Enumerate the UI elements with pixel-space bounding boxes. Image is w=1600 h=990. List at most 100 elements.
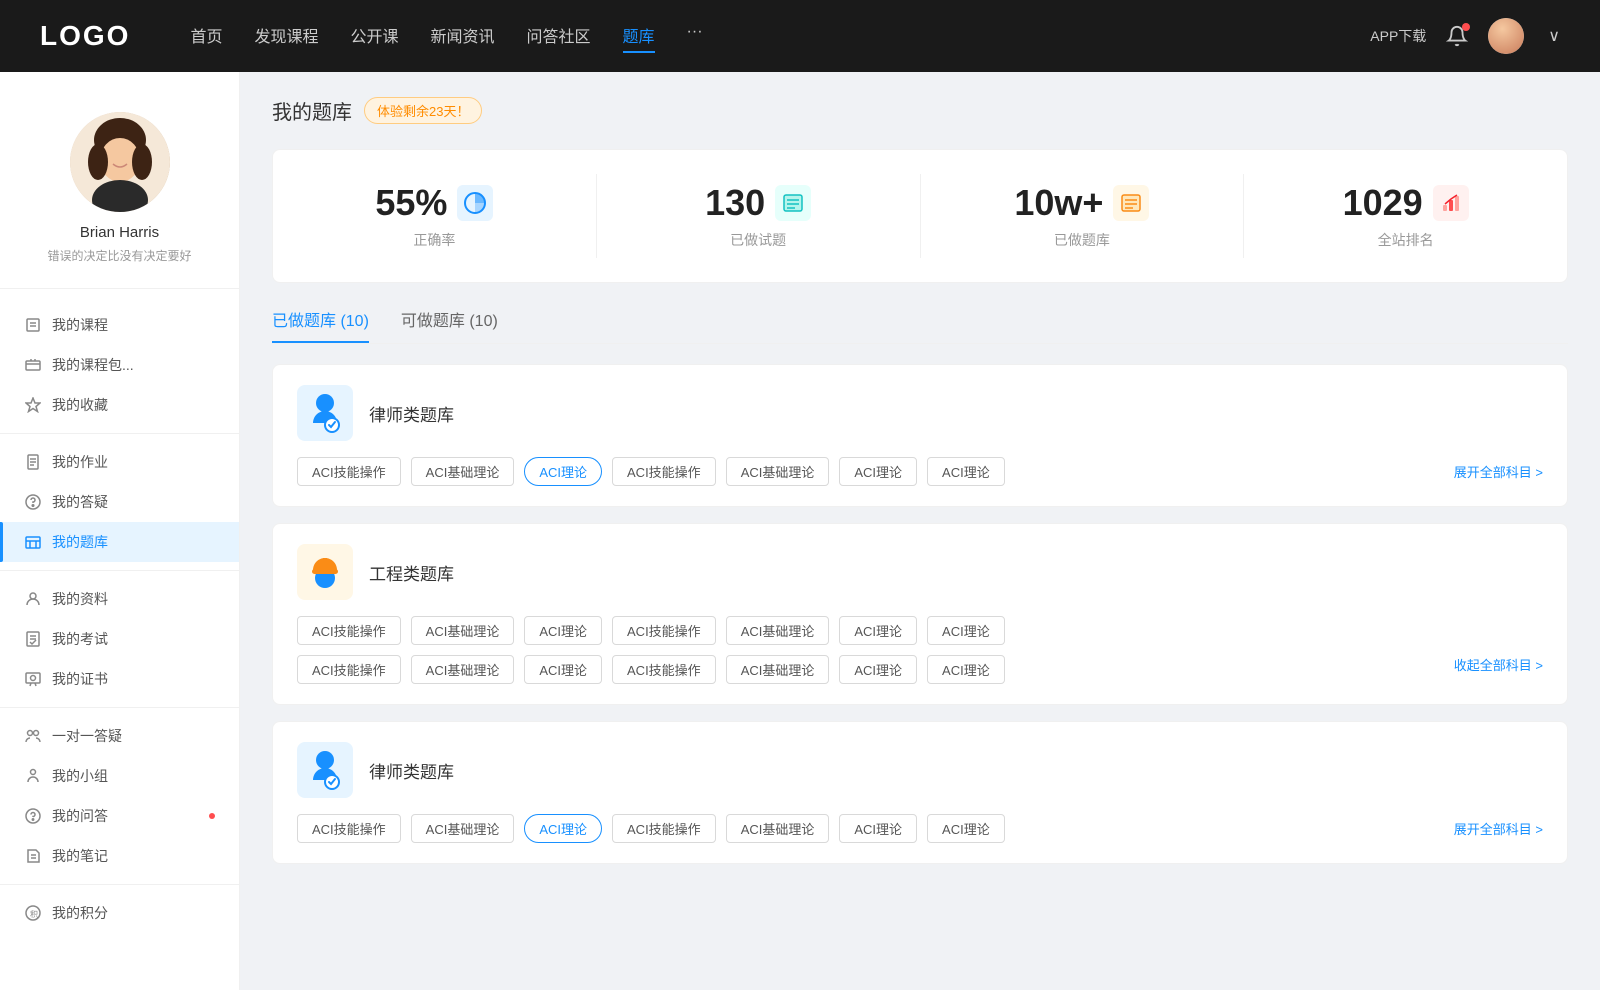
star-icon <box>24 396 42 414</box>
sidebar-label-notes: 我的笔记 <box>52 846 108 866</box>
nav-question-bank[interactable]: 题库 <box>623 19 655 53</box>
tag-2-3[interactable]: ACI理论 <box>524 616 602 645</box>
stat-done-questions-label: 已做试题 <box>730 230 786 250</box>
sidebar-item-my-courses[interactable]: 我的课程 <box>0 305 239 345</box>
bank-card-header-2: 工程类题库 <box>297 544 1543 600</box>
user-avatar[interactable] <box>1488 18 1524 54</box>
sidebar-item-profile-info[interactable]: 我的资料 <box>0 579 239 619</box>
bank-title-lawyer-2: 律师类题库 <box>369 758 454 783</box>
sidebar-label-course-packages: 我的课程包... <box>52 355 134 375</box>
sidebar-label-my-qa: 我的答疑 <box>52 492 108 512</box>
nav-open-course[interactable]: 公开课 <box>350 19 398 53</box>
tag-2-5[interactable]: ACI基础理论 <box>726 616 830 645</box>
tag-1-3[interactable]: ACI理论 <box>524 457 602 486</box>
tag-1-4[interactable]: ACI技能操作 <box>612 457 716 486</box>
expand-link-3[interactable]: 展开全部科目 > <box>1454 819 1543 838</box>
tag-1-1[interactable]: ACI技能操作 <box>297 457 401 486</box>
menu-divider-4 <box>0 884 239 885</box>
nav-news[interactable]: 新闻资讯 <box>431 19 495 53</box>
trial-badge: 体验剩余23天！ <box>364 97 482 124</box>
sidebar-item-exams[interactable]: 我的考试 <box>0 619 239 659</box>
tag-3-1[interactable]: ACI技能操作 <box>297 814 401 843</box>
tag-2-10[interactable]: ACI理论 <box>524 655 602 684</box>
app-download-link[interactable]: APP下载 <box>1370 26 1426 46</box>
notification-bell[interactable] <box>1446 25 1468 47</box>
tag-3-2[interactable]: ACI基础理论 <box>411 814 515 843</box>
menu-divider-3 <box>0 707 239 708</box>
sidebar-label-one-on-one: 一对一答疑 <box>52 726 122 746</box>
tag-2-1[interactable]: ACI技能操作 <box>297 616 401 645</box>
tag-2-4[interactable]: ACI技能操作 <box>612 616 716 645</box>
tag-3-6[interactable]: ACI理论 <box>839 814 917 843</box>
expand-link-1[interactable]: 展开全部科目 > <box>1454 462 1543 481</box>
notification-dot-qa <box>209 813 215 819</box>
sidebar-item-one-on-one[interactable]: 一对一答疑 <box>0 716 239 756</box>
tag-2-9[interactable]: ACI基础理论 <box>411 655 515 684</box>
page-header: 我的题库 体验剩余23天！ <box>272 96 1568 125</box>
page-layout: Brian Harris 错误的决定比没有决定要好 我的课程 <box>0 72 1600 990</box>
sidebar-label-points: 我的积分 <box>52 903 108 923</box>
nav-qa-community[interactable]: 问答社区 <box>527 19 591 53</box>
sidebar-item-certificates[interactable]: 我的证书 <box>0 659 239 699</box>
tag-2-14[interactable]: ACI理论 <box>927 655 1005 684</box>
lawyer-bank-icon-2 <box>297 742 353 798</box>
sidebar-item-favorites[interactable]: 我的收藏 <box>0 385 239 425</box>
group-icon <box>24 767 42 785</box>
sidebar-menu: 我的课程 我的课程包... 我的收藏 <box>0 289 239 949</box>
sidebar-item-homework[interactable]: 我的作业 <box>0 442 239 482</box>
stat-done-questions-top: 130 <box>705 182 811 224</box>
tag-1-6[interactable]: ACI理论 <box>839 457 917 486</box>
list-svg <box>782 192 804 214</box>
task-svg <box>1120 192 1142 214</box>
tag-2-11[interactable]: ACI技能操作 <box>612 655 716 684</box>
profile-avatar <box>70 112 170 212</box>
tag-3-5[interactable]: ACI基础理论 <box>726 814 830 843</box>
tag-1-7[interactable]: ACI理论 <box>927 457 1005 486</box>
tab-available-banks[interactable]: 可做题库 (10) <box>401 307 498 343</box>
tag-2-2[interactable]: ACI基础理论 <box>411 616 515 645</box>
sidebar-item-points[interactable]: 积 我的积分 <box>0 893 239 933</box>
tag-2-12[interactable]: ACI基础理论 <box>726 655 830 684</box>
one-on-one-icon <box>24 727 42 745</box>
sidebar-label-question-bank: 我的题库 <box>52 532 108 552</box>
nav-home[interactable]: 首页 <box>190 19 222 53</box>
tag-1-5[interactable]: ACI基础理论 <box>726 457 830 486</box>
tag-3-3[interactable]: ACI理论 <box>524 814 602 843</box>
sidebar-item-my-qa[interactable]: 我的答疑 <box>0 482 239 522</box>
cert-icon <box>24 670 42 688</box>
tag-1-2[interactable]: ACI基础理论 <box>411 457 515 486</box>
task-icon <box>1113 185 1149 221</box>
tab-done-banks[interactable]: 已做题库 (10) <box>272 307 369 343</box>
nav-more[interactable]: ··· <box>687 19 703 53</box>
bank-tags-row-2b: ACI技能操作 ACI基础理论 ACI理论 ACI技能操作 ACI基础理论 AC… <box>297 655 1543 684</box>
sidebar-label-homework: 我的作业 <box>52 452 108 472</box>
collapse-link-2[interactable]: 收起全部科目 > <box>1454 655 1543 684</box>
nav-discover[interactable]: 发现课程 <box>254 19 318 53</box>
bank-card-lawyer-1: 律师类题库 ACI技能操作 ACI基础理论 ACI理论 ACI技能操作 ACI基… <box>272 364 1568 507</box>
stat-done-banks-top: 10w+ <box>1014 182 1149 224</box>
tag-2-6[interactable]: ACI理论 <box>839 616 917 645</box>
sidebar-label-favorites: 我的收藏 <box>52 395 108 415</box>
lawyer-svg <box>305 391 345 435</box>
user-dropdown-arrow[interactable]: ∨ <box>1548 26 1560 46</box>
tag-3-4[interactable]: ACI技能操作 <box>612 814 716 843</box>
sidebar-item-my-questions[interactable]: 我的问答 <box>0 796 239 836</box>
tag-2-13[interactable]: ACI理论 <box>839 655 917 684</box>
notes-icon <box>24 847 42 865</box>
tag-2-8[interactable]: ACI技能操作 <box>297 655 401 684</box>
menu-divider-2 <box>0 570 239 571</box>
sidebar-item-question-bank[interactable]: 我的题库 <box>0 522 239 562</box>
sidebar-item-group[interactable]: 我的小组 <box>0 756 239 796</box>
avatar-image <box>1488 18 1524 54</box>
tag-3-7[interactable]: ACI理论 <box>927 814 1005 843</box>
sidebar-label-group: 我的小组 <box>52 766 108 786</box>
main-content: 我的题库 体验剩余23天！ 55% 正确率 <box>240 72 1600 990</box>
svg-text:积: 积 <box>30 909 38 919</box>
stat-done-banks: 10w+ 已做题库 <box>921 174 1245 258</box>
sidebar-item-course-packages[interactable]: 我的课程包... <box>0 345 239 385</box>
engineer-svg <box>305 550 345 594</box>
stat-accuracy: 55% 正确率 <box>273 174 597 258</box>
tag-2-7[interactable]: ACI理论 <box>927 616 1005 645</box>
qa-icon <box>24 807 42 825</box>
sidebar-item-notes[interactable]: 我的笔记 <box>0 836 239 876</box>
